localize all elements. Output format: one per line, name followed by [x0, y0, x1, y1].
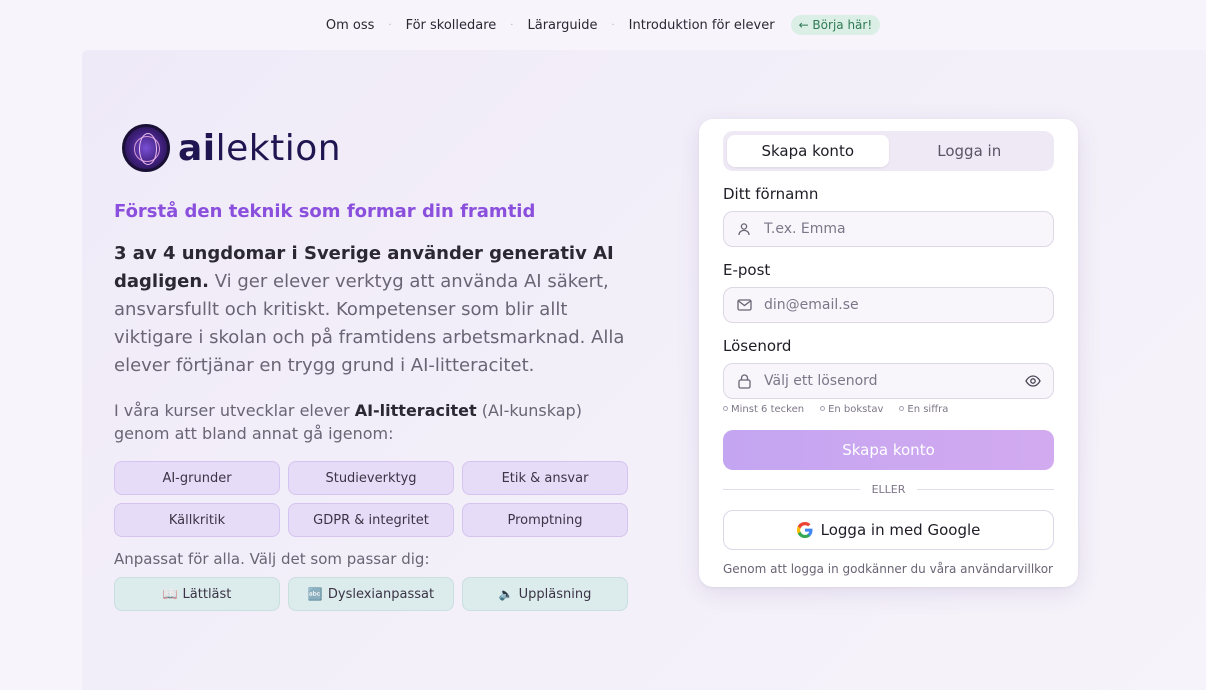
- abc-icon: 🔤: [307, 587, 323, 601]
- google-login-button[interactable]: Logga in med Google: [723, 510, 1054, 550]
- brand-name: ailektion: [178, 127, 342, 169]
- google-login-label: Logga in med Google: [820, 521, 981, 539]
- divider-line: [917, 488, 1054, 490]
- terms-text: Genom att logga in godkänner du våra anv…: [723, 562, 1053, 576]
- circle-icon: [899, 406, 905, 411]
- topic-chip: Promptning: [462, 503, 628, 537]
- circle-icon: [820, 406, 826, 411]
- name-input[interactable]: [764, 221, 1053, 237]
- nav-separator: ·: [510, 19, 514, 31]
- divider-line: [723, 488, 860, 490]
- circle-icon: [723, 406, 728, 411]
- start-here-badge[interactable]: ← Börja här!: [790, 15, 881, 35]
- show-password-icon[interactable]: [1013, 375, 1053, 387]
- adapt-label: Anpassat för alla. Välj det som passar d…: [114, 550, 430, 568]
- nav-separator: ·: [388, 19, 392, 31]
- requirement-digit: En siffra: [899, 404, 956, 415]
- lock-icon: [724, 373, 764, 389]
- topic-chip: GDPR & integritet: [288, 503, 454, 537]
- password-requirements: Minst 6 tecken En bokstav En siffra: [723, 404, 964, 415]
- topic-chip: Studieverktyg: [288, 461, 454, 495]
- brain-globe-logo-icon: [122, 124, 170, 172]
- name-label: Ditt förnamn: [723, 185, 819, 203]
- mail-icon: [724, 299, 764, 311]
- top-navigation: Om oss · För skolledare · Lärarguide · I…: [0, 0, 1206, 50]
- tab-login[interactable]: Logga in: [889, 135, 1051, 167]
- topic-chip: Källkritik: [114, 503, 280, 537]
- user-icon: [724, 222, 764, 236]
- nav-link-skolledare[interactable]: För skolledare: [406, 18, 497, 33]
- hero-lead: 3 av 4 ungdomar i Sverige använder gener…: [114, 240, 634, 380]
- google-icon: [796, 522, 813, 538]
- read-aloud-button[interactable]: 🔈 Uppläsning: [462, 577, 628, 611]
- topic-chips: AI-grunder Studieverktyg Etik & ansvar K…: [114, 461, 628, 537]
- accessibility-options: 📖 Lättläst 🔤 Dyslexianpassat 🔈 Uppläsnin…: [114, 577, 628, 611]
- nav-link-lararguide[interactable]: Lärarguide: [527, 18, 597, 33]
- book-icon: 📖: [162, 587, 178, 601]
- signup-card: Skapa konto Logga in Ditt förnamn E-post…: [699, 119, 1078, 587]
- auth-tabs: Skapa konto Logga in: [723, 131, 1054, 171]
- brand-logo: ailektion: [122, 124, 341, 172]
- speaker-icon: 🔈: [498, 587, 514, 601]
- tab-create-account[interactable]: Skapa konto: [727, 135, 889, 167]
- or-divider: ELLER: [723, 481, 1054, 497]
- divider-text: ELLER: [871, 482, 906, 496]
- dyslexia-button[interactable]: 🔤 Dyslexianpassat: [288, 577, 454, 611]
- hero-headline: Förstå den teknik som formar din framtid: [114, 201, 536, 222]
- email-label: E-post: [723, 261, 771, 279]
- courses-intro: I våra kurser utvecklar elever AI-litter…: [114, 401, 582, 443]
- nav-link-introduktion[interactable]: Introduktion för elever: [629, 18, 775, 33]
- easy-read-button[interactable]: 📖 Lättläst: [114, 577, 280, 611]
- password-label: Lösenord: [723, 337, 792, 355]
- courses-highlight: AI-litteracitet: [354, 401, 477, 420]
- nav-separator: ·: [611, 19, 615, 31]
- password-input[interactable]: [764, 373, 1013, 389]
- requirement-length: Minst 6 tecken: [723, 404, 812, 415]
- email-field: [723, 287, 1054, 323]
- password-field: [723, 363, 1054, 399]
- create-account-button[interactable]: Skapa konto: [723, 430, 1054, 470]
- topic-chip: Etik & ansvar: [462, 461, 628, 495]
- name-field: [723, 211, 1054, 247]
- nav-link-om-oss[interactable]: Om oss: [326, 18, 375, 33]
- email-input[interactable]: [764, 297, 1053, 313]
- requirement-letter: En bokstav: [820, 404, 891, 415]
- topic-chip: AI-grunder: [114, 461, 280, 495]
